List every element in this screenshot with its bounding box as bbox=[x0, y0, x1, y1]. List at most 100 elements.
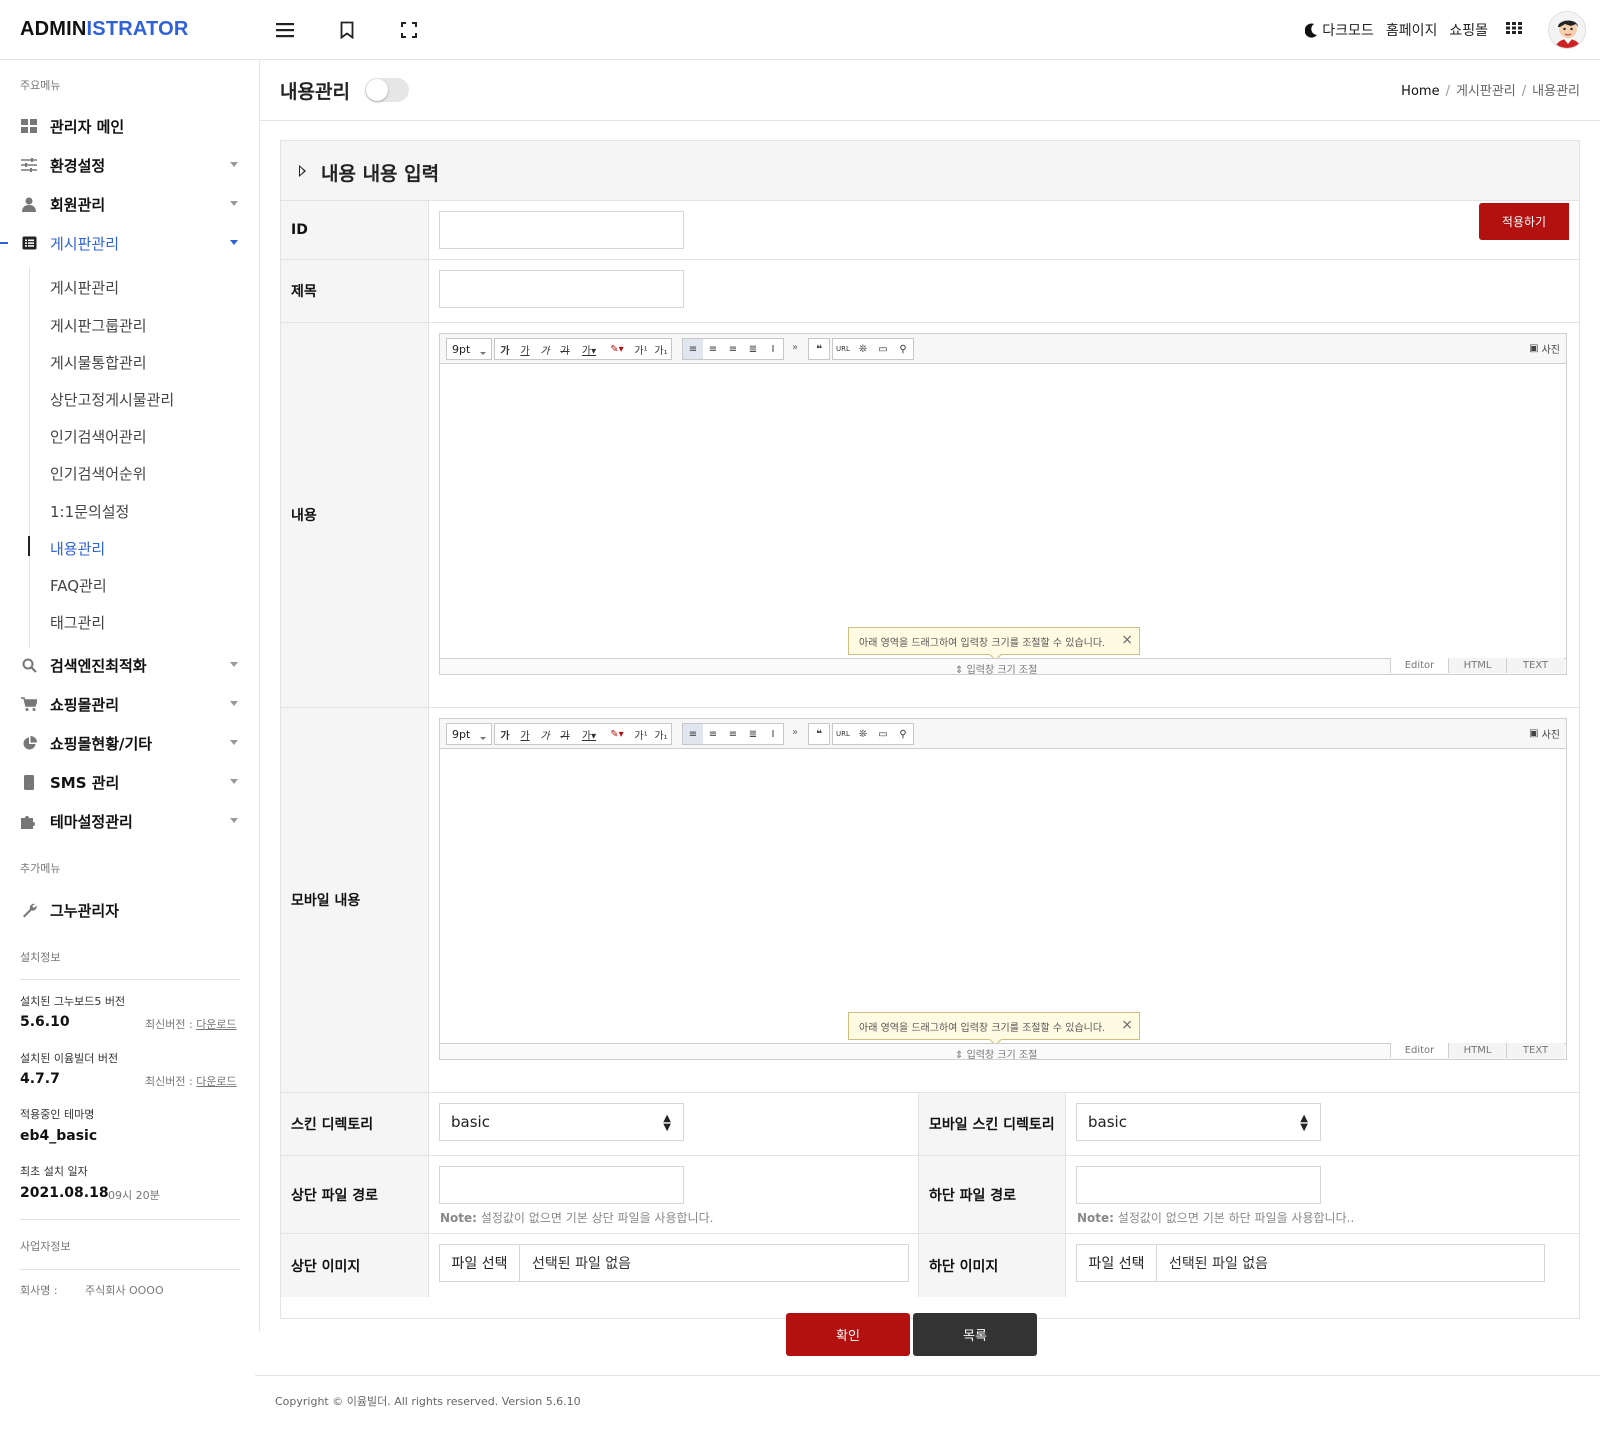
content-editor-area[interactable] bbox=[440, 365, 1566, 611]
tab-editor[interactable]: Editor bbox=[1390, 658, 1448, 673]
subscript-icon[interactable]: 가₁ bbox=[651, 724, 671, 744]
url-icon[interactable]: URL bbox=[833, 724, 853, 744]
sidebar-item-gnu-admin[interactable]: 그누관리자 bbox=[0, 892, 259, 928]
sidebar-item-members[interactable]: 회원관리 bbox=[0, 186, 259, 222]
quote-icon[interactable]: ❝ bbox=[809, 724, 829, 744]
sidebar-item-admin-main[interactable]: 관리자 메인 bbox=[0, 108, 259, 144]
url-icon[interactable]: URL bbox=[833, 339, 853, 359]
more-tools-icon[interactable]: » bbox=[792, 342, 798, 353]
close-icon[interactable]: × bbox=[1121, 632, 1133, 648]
line-height-icon[interactable]: I bbox=[763, 724, 783, 744]
head-file-input[interactable] bbox=[439, 1166, 684, 1204]
find-icon[interactable]: ⚲ bbox=[893, 339, 913, 359]
sidebar-item-shop[interactable]: 쇼핑몰관리 bbox=[0, 686, 259, 722]
submenu-item-faq[interactable]: FAQ관리 bbox=[50, 575, 107, 596]
mobile-content-editor-area[interactable] bbox=[440, 750, 1566, 996]
confirm-button[interactable]: 확인 bbox=[786, 1313, 910, 1356]
tail-image-file-button[interactable]: 파일 선택 bbox=[1077, 1245, 1157, 1281]
align-right-icon[interactable]: ≡ bbox=[723, 724, 743, 744]
text-format-group: 가 가 가 가 가▾ ✎▾ 가¹ 가₁ bbox=[494, 338, 672, 360]
tab-html[interactable]: HTML bbox=[1448, 1043, 1506, 1058]
subscript-icon[interactable]: 가₁ bbox=[651, 339, 671, 359]
highlight-icon[interactable]: ✎▾ bbox=[603, 724, 631, 744]
apps-grid-icon[interactable] bbox=[1506, 22, 1522, 38]
font-color-icon[interactable]: 가▾ bbox=[575, 339, 603, 359]
sidebar-item-board[interactable]: 게시판관리 bbox=[0, 225, 259, 261]
head-image-file-button[interactable]: 파일 선택 bbox=[440, 1245, 520, 1281]
tab-text[interactable]: TEXT bbox=[1506, 658, 1564, 673]
photo-button[interactable]: ▣ 사진 bbox=[1529, 726, 1560, 741]
close-icon[interactable]: × bbox=[1121, 1017, 1133, 1033]
submenu-item-board-manage[interactable]: 게시판관리 bbox=[50, 277, 119, 298]
bold-icon[interactable]: 가 bbox=[495, 339, 515, 359]
submenu-item-pinned-posts[interactable]: 상단고정게시물관리 bbox=[50, 389, 174, 410]
align-justify-icon[interactable]: ≣ bbox=[743, 724, 763, 744]
homepage-link[interactable]: 홈페이지 bbox=[1386, 20, 1438, 40]
sidebar-item-settings[interactable]: 환경설정 bbox=[0, 147, 259, 183]
italic-icon[interactable]: 가 bbox=[535, 339, 555, 359]
subject-input[interactable] bbox=[439, 270, 684, 308]
submenu-item-popular-search[interactable]: 인기검색어관리 bbox=[50, 426, 147, 447]
align-group: ≡ ≡ ≡ ≣ I bbox=[682, 723, 784, 745]
shop-link[interactable]: 쇼핑몰 bbox=[1449, 20, 1488, 40]
gnuboard-download-link[interactable]: 다운로드 bbox=[196, 1018, 236, 1031]
table-icon[interactable]: ▭ bbox=[873, 724, 893, 744]
align-left-icon[interactable]: ≡ bbox=[683, 724, 703, 744]
underline-icon[interactable]: 가 bbox=[515, 339, 535, 359]
special-char-icon[interactable]: ❊ bbox=[853, 724, 873, 744]
tail-file-input[interactable] bbox=[1076, 1166, 1321, 1204]
apply-button[interactable]: 적용하기 bbox=[1479, 203, 1569, 240]
align-justify-icon[interactable]: ≣ bbox=[743, 339, 763, 359]
font-color-icon[interactable]: 가▾ bbox=[575, 724, 603, 744]
logo[interactable]: ADMINISTRATOR bbox=[20, 18, 189, 41]
sidebar-item-theme[interactable]: 테마설정관리 bbox=[0, 803, 259, 839]
align-left-icon[interactable]: ≡ bbox=[683, 339, 703, 359]
photo-button[interactable]: ▣ 사진 bbox=[1529, 341, 1560, 356]
tab-editor[interactable]: Editor bbox=[1390, 1043, 1448, 1058]
line-height-icon[interactable]: I bbox=[763, 339, 783, 359]
menu-toggle-icon[interactable] bbox=[272, 17, 298, 43]
breadcrumb-home[interactable]: Home bbox=[1401, 84, 1439, 99]
tail-image-file-input: 파일 선택 선택된 파일 없음 bbox=[1076, 1244, 1545, 1282]
id-input[interactable] bbox=[439, 211, 684, 249]
font-size-select[interactable]: 9pt bbox=[446, 723, 492, 745]
dark-mode-link[interactable]: 다크모드 bbox=[1305, 20, 1374, 40]
page-toggle-switch[interactable] bbox=[365, 78, 409, 102]
builder-download-link[interactable]: 다운로드 bbox=[196, 1075, 236, 1088]
fullscreen-icon[interactable] bbox=[396, 17, 422, 43]
strikethrough-icon[interactable]: 가 bbox=[555, 339, 575, 359]
find-icon[interactable]: ⚲ bbox=[893, 724, 913, 744]
sidebar-item-shop-status[interactable]: 쇼핑몰현황/기타 bbox=[0, 725, 259, 761]
strikethrough-icon[interactable]: 가 bbox=[555, 724, 575, 744]
superscript-icon[interactable]: 가¹ bbox=[631, 339, 651, 359]
mobile-skin-select[interactable]: basic ▲ ▼ bbox=[1076, 1103, 1321, 1141]
submenu-item-post-integrated[interactable]: 게시물통합관리 bbox=[50, 352, 147, 373]
tab-text[interactable]: TEXT bbox=[1506, 1043, 1564, 1058]
more-tools-icon[interactable]: » bbox=[792, 727, 798, 738]
avatar[interactable] bbox=[1548, 11, 1586, 49]
align-center-icon[interactable]: ≡ bbox=[703, 339, 723, 359]
font-size-select[interactable]: 9pt bbox=[446, 338, 492, 360]
tab-html[interactable]: HTML bbox=[1448, 658, 1506, 673]
submenu-item-board-group[interactable]: 게시판그룹관리 bbox=[50, 315, 147, 336]
submenu-item-tags[interactable]: 태그관리 bbox=[50, 612, 105, 633]
bookmark-icon[interactable] bbox=[334, 17, 360, 43]
align-center-icon[interactable]: ≡ bbox=[703, 724, 723, 744]
underline-icon[interactable]: 가 bbox=[515, 724, 535, 744]
breadcrumb-board[interactable]: 게시판관리 bbox=[1456, 84, 1516, 99]
table-icon[interactable]: ▭ bbox=[873, 339, 893, 359]
bold-icon[interactable]: 가 bbox=[495, 724, 515, 744]
superscript-icon[interactable]: 가¹ bbox=[631, 724, 651, 744]
submenu-item-popular-rank[interactable]: 인기검색어순위 bbox=[50, 463, 147, 484]
highlight-icon[interactable]: ✎▾ bbox=[603, 339, 631, 359]
submenu-item-inquiry-settings[interactable]: 1:1문의설정 bbox=[50, 501, 129, 522]
sidebar-item-sms[interactable]: SMS 관리 bbox=[0, 764, 259, 800]
special-char-icon[interactable]: ❊ bbox=[853, 339, 873, 359]
list-button[interactable]: 목록 bbox=[913, 1313, 1037, 1356]
italic-icon[interactable]: 가 bbox=[535, 724, 555, 744]
sidebar-item-seo[interactable]: 검색엔진최적화 bbox=[0, 647, 259, 683]
quote-icon[interactable]: ❝ bbox=[809, 339, 829, 359]
align-right-icon[interactable]: ≡ bbox=[723, 339, 743, 359]
submenu-item-content-manage[interactable]: 내용관리 bbox=[50, 538, 105, 559]
skin-select[interactable]: basic ▲ ▼ bbox=[439, 1103, 684, 1141]
